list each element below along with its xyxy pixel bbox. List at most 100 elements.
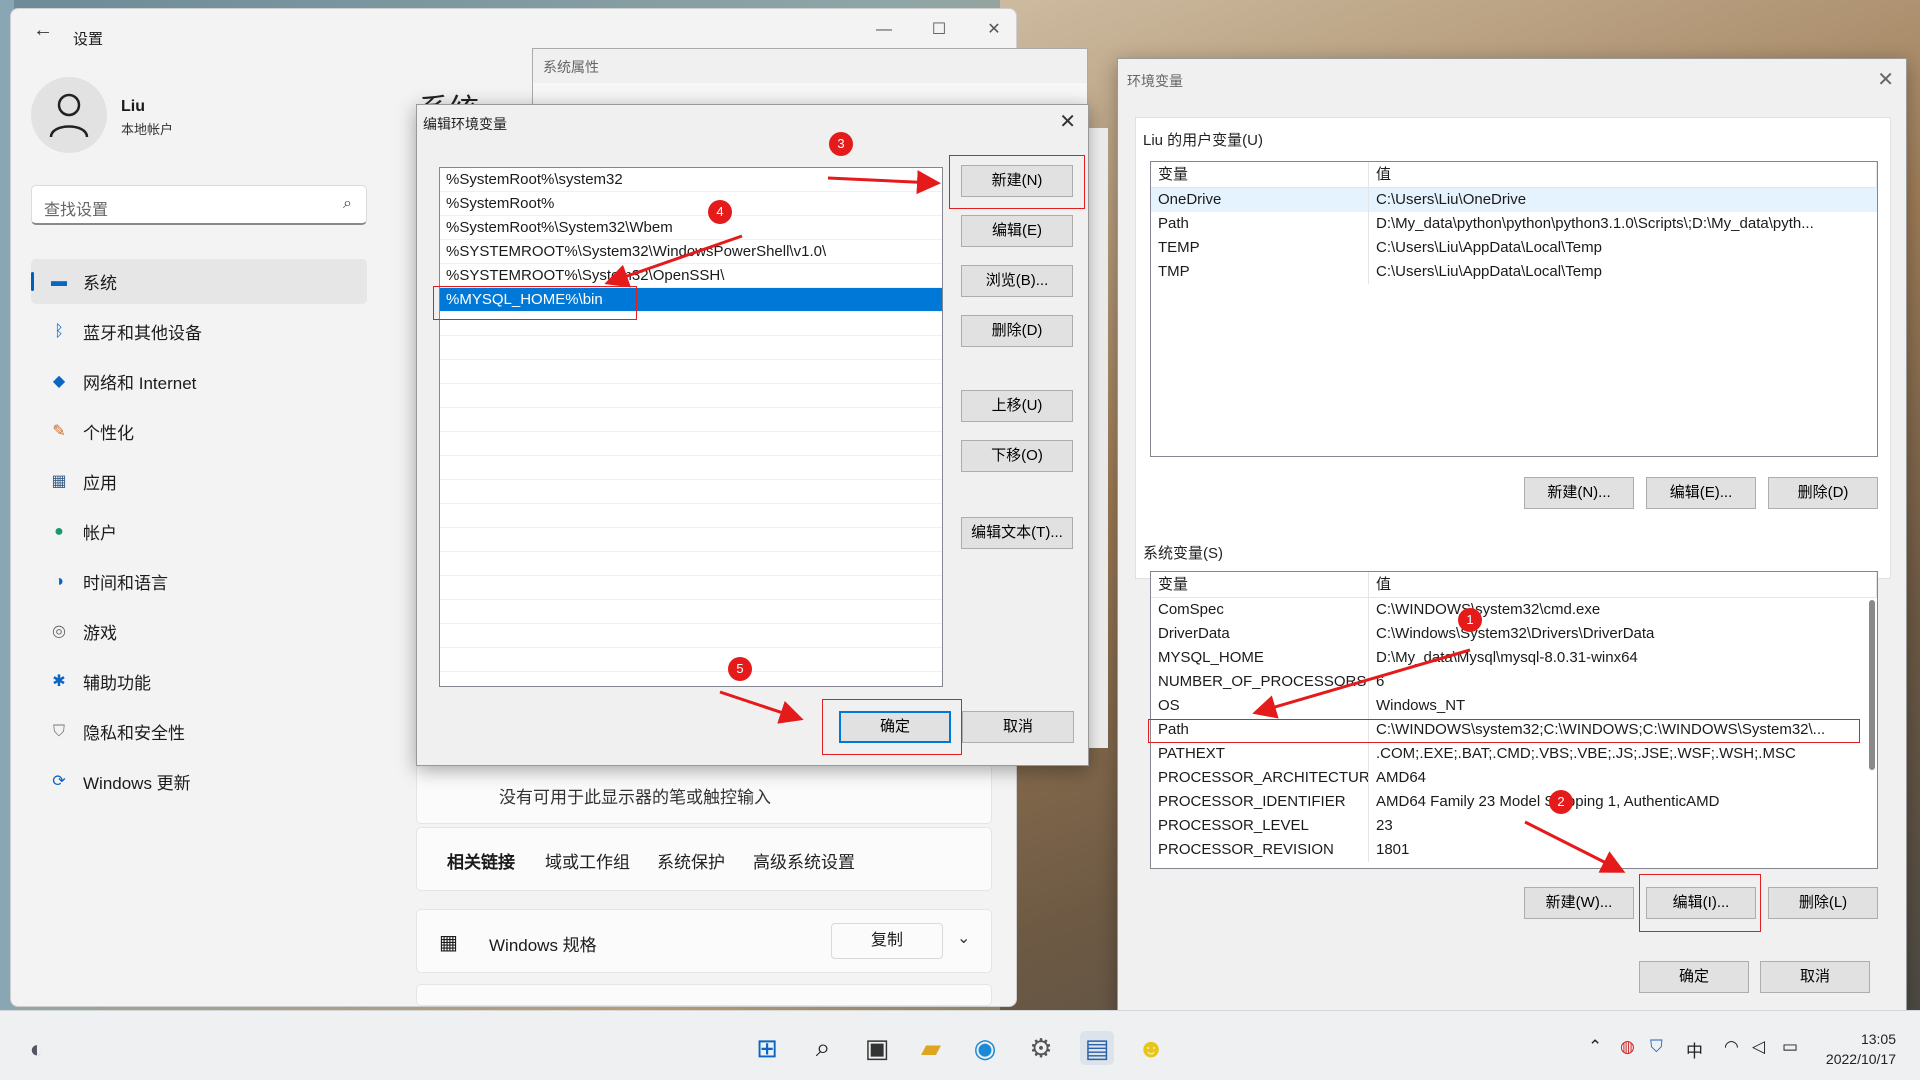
table-row[interactable]: PROCESSOR_IDENTIFIER AMD64 Family 23 Mode… — [1151, 790, 1877, 814]
nav-item-personalization[interactable]: ✎ 个性化 — [31, 409, 367, 454]
list-item-empty[interactable] — [440, 432, 942, 456]
list-item-empty[interactable] — [440, 528, 942, 552]
list-item-empty[interactable] — [440, 408, 942, 432]
copy-button[interactable]: 复制 — [831, 923, 943, 959]
back-arrow-icon[interactable]: ← — [33, 19, 53, 42]
user-delete-button[interactable]: 删除(D) — [1768, 477, 1878, 509]
list-item-empty[interactable] — [440, 624, 942, 648]
list-item-empty[interactable] — [440, 576, 942, 600]
column-header-var[interactable]: 变量 — [1151, 572, 1369, 597]
windows-logo-icon: ▦ — [439, 932, 458, 954]
user-vars-table[interactable]: 变量 值 OneDrive C:\Users\Liu\OneDrive Path… — [1150, 161, 1878, 457]
list-item-empty[interactable] — [440, 384, 942, 408]
user-edit-button[interactable]: 编辑(E)... — [1646, 477, 1756, 509]
close-icon[interactable]: ✕ — [1877, 67, 1894, 92]
nav-item-network[interactable]: ◆ 网络和 Internet — [31, 359, 367, 404]
system-new-button[interactable]: 新建(W)... — [1524, 887, 1634, 919]
search-icon[interactable]: ⌕ — [806, 1031, 840, 1065]
list-item[interactable]: %SystemRoot%\system32 — [440, 168, 942, 192]
minimize-icon[interactable]: — — [861, 15, 907, 45]
move-down-button[interactable]: 下移(O) — [961, 440, 1073, 472]
scrollbar[interactable] — [1869, 600, 1875, 770]
table-row[interactable]: PROCESSOR_LEVEL 23 — [1151, 814, 1877, 838]
cancel-button[interactable]: 取消 — [962, 711, 1074, 743]
start-icon[interactable]: ⊞ — [750, 1031, 784, 1065]
user-new-button[interactable]: 新建(N)... — [1524, 477, 1634, 509]
nav-item-bluetooth[interactable]: ᛒ 蓝牙和其他设备 — [31, 309, 367, 354]
column-header-value[interactable]: 值 — [1369, 572, 1877, 597]
list-item[interactable]: %SystemRoot% — [440, 192, 942, 216]
list-item-empty[interactable] — [440, 456, 942, 480]
clock[interactable]: 13:05 2022/10/17 — [1826, 1029, 1896, 1069]
widgets-icon[interactable]: ◐ — [20, 1033, 54, 1067]
table-row[interactable]: NUMBER_OF_PROCESSORS 6 — [1151, 670, 1877, 694]
table-row[interactable]: TEMP C:\Users\Liu\AppData\Local\Temp — [1151, 236, 1877, 260]
edit-button[interactable]: 编辑(E) — [961, 215, 1073, 247]
file-explorer-icon[interactable]: ▰ — [914, 1031, 948, 1065]
list-item[interactable]: %SYSTEMROOT%\System32\OpenSSH\ — [440, 264, 942, 288]
close-icon[interactable]: ✕ — [1059, 109, 1076, 134]
settings-gear-icon[interactable]: ⚙ — [1024, 1031, 1058, 1065]
table-row[interactable]: PROCESSOR_ARCHITECTURE AMD64 — [1151, 766, 1877, 790]
nav-item-privacy[interactable]: ⛉ 隐私和安全性 — [31, 709, 367, 754]
table-row[interactable]: PROCESSOR_REVISION 1801 — [1151, 838, 1877, 862]
list-item-empty[interactable] — [440, 648, 942, 672]
volume-icon[interactable]: ◁ — [1752, 1037, 1765, 1057]
table-row[interactable]: DriverData C:\Windows\System32\Drivers\Dr… — [1151, 622, 1877, 646]
list-item[interactable]: %SYSTEMROOT%\System32\WindowsPowerShell\… — [440, 240, 942, 264]
list-item-empty[interactable] — [440, 504, 942, 528]
nav-label: 应用 — [83, 474, 117, 493]
system-delete-button[interactable]: 删除(L) — [1768, 887, 1878, 919]
list-item-empty[interactable] — [440, 480, 942, 504]
table-row[interactable]: MYSQL_HOME D:\My_data\Mysql\mysql-8.0.31-… — [1151, 646, 1877, 670]
edge-browser-icon[interactable]: ◉ — [968, 1031, 1002, 1065]
search-input[interactable]: 查找设置 ⌕ — [31, 185, 367, 225]
table-row[interactable]: ComSpec C:\WINDOWS\system32\cmd.exe — [1151, 598, 1877, 622]
nav-item-apps[interactable]: ▦ 应用 — [31, 459, 367, 504]
chevron-down-icon[interactable]: ⌄ — [957, 928, 970, 948]
list-item-empty[interactable] — [440, 600, 942, 624]
security-shield-icon[interactable]: ⛉ — [1650, 1037, 1663, 1057]
system-properties-app-icon[interactable]: ▤ — [1080, 1031, 1114, 1065]
chevron-up-icon[interactable]: ⌃ — [1588, 1037, 1602, 1057]
nav-item-accounts[interactable]: ● 帐户 — [31, 509, 367, 554]
list-item-empty[interactable] — [440, 336, 942, 360]
battery-icon[interactable]: ▭ — [1782, 1037, 1798, 1057]
table-row[interactable]: TMP C:\Users\Liu\AppData\Local\Temp — [1151, 260, 1877, 284]
nav-item-time-language[interactable]: ◑ 时间和语言 — [31, 559, 367, 604]
qq-icon[interactable]: ◍ — [1620, 1037, 1635, 1057]
nav-label: 隐私和安全性 — [83, 724, 185, 743]
maximize-icon[interactable]: ☐ — [916, 15, 962, 45]
nav-item-gaming[interactable]: ◎ 游戏 — [31, 609, 367, 654]
wifi-icon[interactable]: ◠ — [1724, 1037, 1739, 1057]
search-icon: ⌕ — [343, 195, 352, 212]
table-row[interactable]: OS Windows_NT — [1151, 694, 1877, 718]
task-view-icon[interactable]: ▣ — [860, 1031, 894, 1065]
close-icon[interactable]: ✕ — [971, 15, 1017, 45]
path-list[interactable]: %SystemRoot%\system32 %SystemRoot% %Syst… — [439, 167, 943, 687]
character-app-icon[interactable]: ☻ — [1134, 1031, 1168, 1065]
list-item-empty[interactable] — [440, 360, 942, 384]
browse-button[interactable]: 浏览(B)... — [961, 265, 1073, 297]
move-up-button[interactable]: 上移(U) — [961, 390, 1073, 422]
avatar[interactable] — [31, 77, 107, 153]
link-advanced-system-settings[interactable]: 高级系统设置 — [753, 848, 855, 873]
list-item-empty[interactable] — [440, 552, 942, 576]
link-domain-workgroup[interactable]: 域或工作组 — [545, 848, 630, 873]
nav-item-system[interactable]: ▬ 系统 — [31, 259, 367, 304]
edit-text-button[interactable]: 编辑文本(T)... — [961, 517, 1073, 549]
nav-item-accessibility[interactable]: ✱ 辅助功能 — [31, 659, 367, 704]
env-ok-button[interactable]: 确定 — [1639, 961, 1749, 993]
table-row[interactable]: Path D:\My_data\python\python\python3.1.… — [1151, 212, 1877, 236]
delete-button[interactable]: 删除(D) — [961, 315, 1073, 347]
nav-item-windows-update[interactable]: ⟳ Windows 更新 — [31, 759, 367, 804]
annotation-box-new — [949, 155, 1085, 209]
ime-indicator[interactable]: 中 — [1686, 1037, 1703, 1062]
table-row[interactable]: PATHEXT .COM;.EXE;.BAT;.CMD;.VBS;.VBE;.JS… — [1151, 742, 1877, 766]
link-system-protection[interactable]: 系统保护 — [657, 848, 725, 873]
list-item[interactable]: %SystemRoot%\System32\Wbem — [440, 216, 942, 240]
table-row[interactable]: OneDrive C:\Users\Liu\OneDrive — [1151, 188, 1877, 212]
env-cancel-button[interactable]: 取消 — [1760, 961, 1870, 993]
column-header-value[interactable]: 值 — [1369, 162, 1877, 187]
column-header-var[interactable]: 变量 — [1151, 162, 1369, 187]
